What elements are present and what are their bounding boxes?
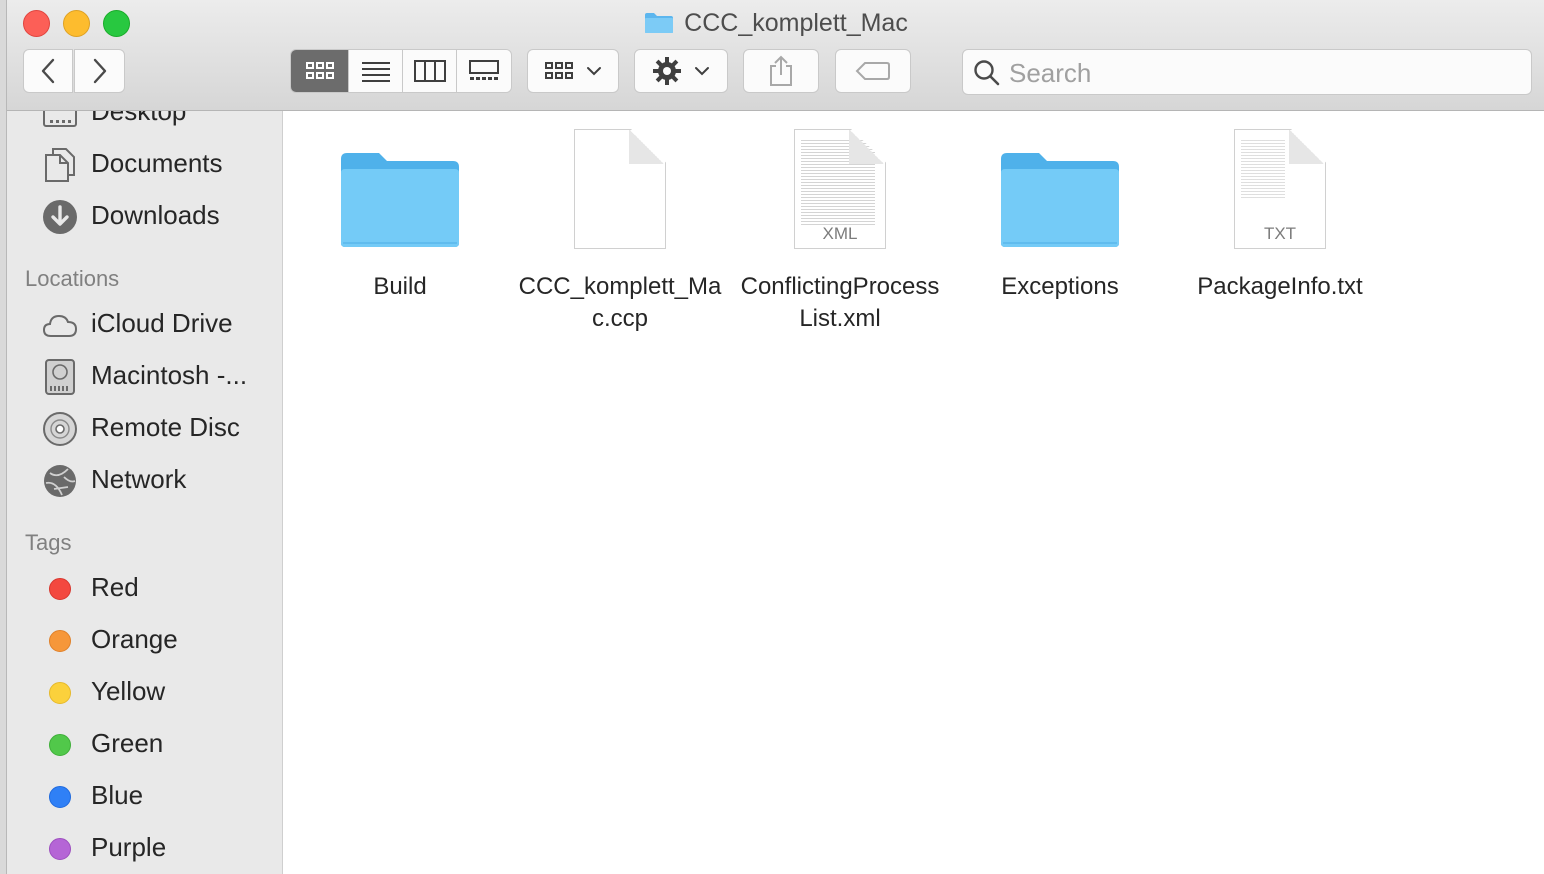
sidebar-item-label: Green [91, 727, 164, 758]
group-by-button[interactable] [527, 49, 619, 93]
window-title: CCC_komplett_Mac [7, 8, 1544, 38]
sidebar: Desktop Documents Downloads Locations iC… [7, 111, 283, 874]
gallery-view-button[interactable] [457, 50, 511, 92]
sidebar-item-label: Blue [91, 779, 144, 810]
sidebar-item-label: Remote Disc [91, 411, 240, 442]
folder-icon [295, 125, 505, 249]
share-button[interactable] [743, 49, 819, 93]
tag-icon [855, 62, 890, 80]
file-item-packageinfo-txt[interactable]: TXT PackageInfo.txt [1175, 125, 1385, 303]
finder-window: CCC_komplett_Mac Search Documents Downlo… [6, 0, 1544, 874]
list-lines-icon [361, 62, 390, 82]
blank-document-icon [515, 125, 725, 249]
sidebar-item-label: Yellow [91, 675, 166, 706]
sidebar-item-remote-disc[interactable]: Remote Disc [7, 403, 282, 451]
sidebar-item-downloads[interactable]: Downloads [7, 191, 282, 239]
search-icon [974, 60, 1000, 86]
sidebar-item-label: Documents [91, 147, 223, 178]
chevron-down-icon [695, 67, 709, 76]
file-browser-area[interactable]: Build CCC_komplett_Mac.ccp XML Conflicti… [283, 111, 1544, 874]
network-icon [42, 463, 78, 499]
action-button[interactable] [634, 49, 728, 93]
search-field[interactable] [962, 49, 1532, 95]
file-name: ConflictingProcessList.xml [740, 273, 940, 332]
locations-header: Locations [25, 266, 120, 291]
file-type-badge: TXT [1263, 224, 1297, 243]
share-icon [770, 55, 792, 86]
desktop-icon [42, 111, 78, 131]
sidebar-tag-green[interactable]: Green [7, 719, 282, 767]
tag-color-dot [42, 727, 78, 763]
sidebar-item-icloud-drive[interactable]: iCloud Drive [7, 299, 282, 347]
chevron-down-icon [587, 67, 601, 76]
tag-color-dot [42, 623, 78, 659]
sidebar-item-desktop[interactable]: Desktop [7, 111, 282, 135]
sidebar-item-macintosh-hd[interactable]: Macintosh -... [7, 351, 282, 399]
sidebar-tag-yellow[interactable]: Yellow [7, 667, 282, 715]
sidebar-tag-red[interactable]: Red [7, 563, 282, 611]
sidebar-tag-orange[interactable]: Orange [7, 615, 282, 663]
columns-icon [413, 60, 446, 82]
view-mode-control [290, 49, 512, 93]
file-item-conflicting-process-list-xml[interactable]: XML ConflictingProcessList.xml [735, 125, 945, 335]
gallery-icon [469, 60, 499, 80]
disc-icon [42, 411, 78, 447]
file-name: CCC_komplett_Mac.ccp [518, 273, 722, 332]
chevron-right-icon [93, 58, 106, 84]
file-name: Exceptions [1001, 273, 1119, 300]
sidebar-item-label: Network [91, 463, 187, 494]
sidebar-tag-purple[interactable]: Purple [7, 823, 282, 871]
file-item-ccc-komplett-mac-ccp[interactable]: CCC_komplett_Mac.ccp [515, 125, 725, 335]
file-name: Build [373, 273, 427, 300]
documents-icon [42, 147, 78, 183]
tag-color-dot [42, 571, 78, 607]
tags-header: Tags [25, 530, 72, 555]
sidebar-item-label: iCloud Drive [91, 307, 233, 338]
file-type-badge: XML [822, 224, 858, 243]
search-input[interactable] [1007, 56, 1511, 90]
file-item-build[interactable]: Build [295, 125, 505, 303]
xml-document-icon: XML [735, 125, 945, 249]
back-button[interactable] [23, 49, 73, 93]
sidebar-item-network[interactable]: Network [7, 455, 282, 503]
sidebar-item-label: Desktop [91, 111, 186, 127]
forward-button[interactable] [74, 49, 125, 93]
list-view-button[interactable] [349, 50, 403, 92]
icon-grid-icon [545, 62, 573, 79]
downloads-icon [42, 199, 78, 235]
sidebar-item-label: Purple [91, 831, 167, 862]
text-document-icon: TXT [1175, 125, 1385, 249]
icon-view-button[interactable] [291, 50, 349, 92]
title-bar: CCC_komplett_Mac [7, 0, 1544, 111]
hard-drive-icon [42, 359, 78, 395]
sidebar-item-label: Orange [91, 623, 178, 654]
sidebar-item-label: Downloads [91, 199, 220, 230]
gear-icon [653, 57, 681, 85]
column-view-button[interactable] [403, 50, 457, 92]
file-item-exceptions[interactable]: Exceptions [955, 125, 1165, 303]
sidebar-item-documents[interactable]: Documents [7, 139, 282, 187]
chevron-left-icon [41, 58, 55, 84]
tag-color-dot [42, 675, 78, 711]
icon-grid-icon [305, 62, 334, 79]
tag-color-dot [42, 779, 78, 815]
tag-color-dot [42, 831, 78, 867]
cloud-icon [42, 307, 78, 343]
edit-tags-button[interactable] [835, 49, 911, 93]
file-name: PackageInfo.txt [1197, 273, 1363, 300]
folder-icon [645, 13, 674, 33]
sidebar-item-label: Red [91, 571, 139, 602]
sidebar-tag-blue[interactable]: Blue [7, 771, 282, 819]
folder-icon [955, 125, 1165, 249]
sidebar-item-label: Macintosh -... [91, 359, 248, 390]
window-title-text: CCC_komplett_Mac [684, 9, 908, 37]
